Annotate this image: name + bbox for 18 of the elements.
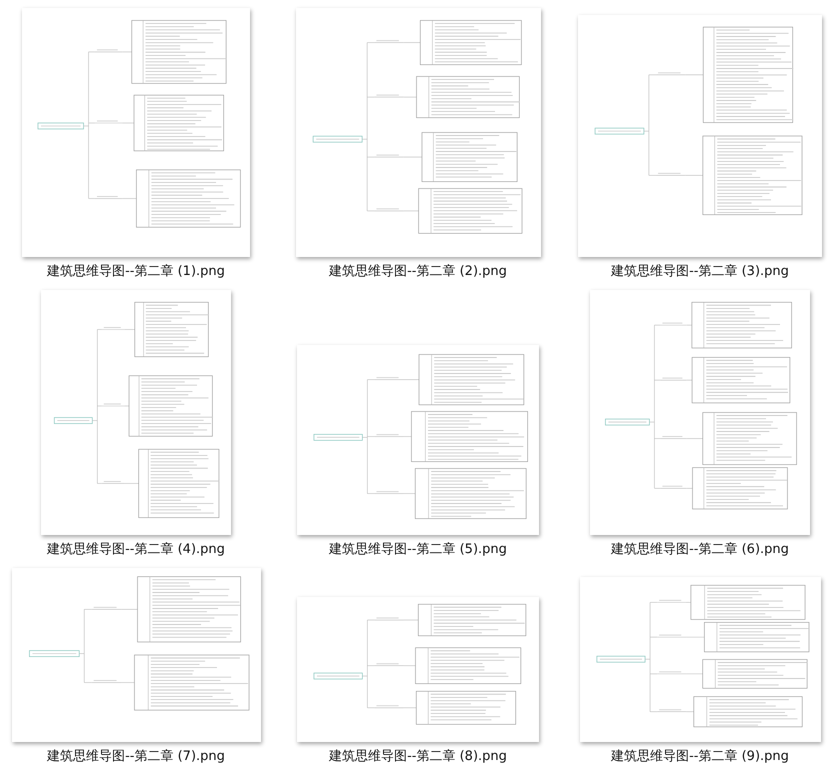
file-name[interactable]: 建筑思维导图--第二章 (6).png	[611, 541, 789, 559]
file-name[interactable]: 建筑思维导图--第二章 (3).png	[611, 263, 789, 281]
mind-map-drawing[interactable]	[22, 8, 250, 257]
mind-map-drawing[interactable]	[590, 290, 810, 535]
mind-map-drawing[interactable]	[296, 8, 540, 257]
file-name[interactable]: 建筑思维导图--第二章 (7).png	[47, 748, 225, 766]
mind-map-drawing[interactable]	[297, 597, 539, 742]
mind-map-drawing[interactable]	[41, 290, 231, 535]
file-name[interactable]: 建筑思维导图--第二章 (2).png	[329, 263, 507, 281]
mind-map-drawing[interactable]	[580, 577, 820, 742]
mind-map-drawing[interactable]	[578, 15, 822, 257]
file-name[interactable]: 建筑思维导图--第二章 (1).png	[47, 263, 225, 281]
file-name[interactable]: 建筑思维导图--第二章 (5).png	[329, 541, 507, 559]
mind-map-drawing[interactable]	[297, 345, 539, 535]
file-name[interactable]: 建筑思维导图--第二章 (4).png	[47, 541, 225, 559]
mind-map-drawing[interactable]	[12, 568, 260, 742]
file-name[interactable]: 建筑思维导图--第二章 (9).png	[611, 748, 789, 766]
file-name[interactable]: 建筑思维导图--第二章 (8).png	[329, 748, 507, 766]
